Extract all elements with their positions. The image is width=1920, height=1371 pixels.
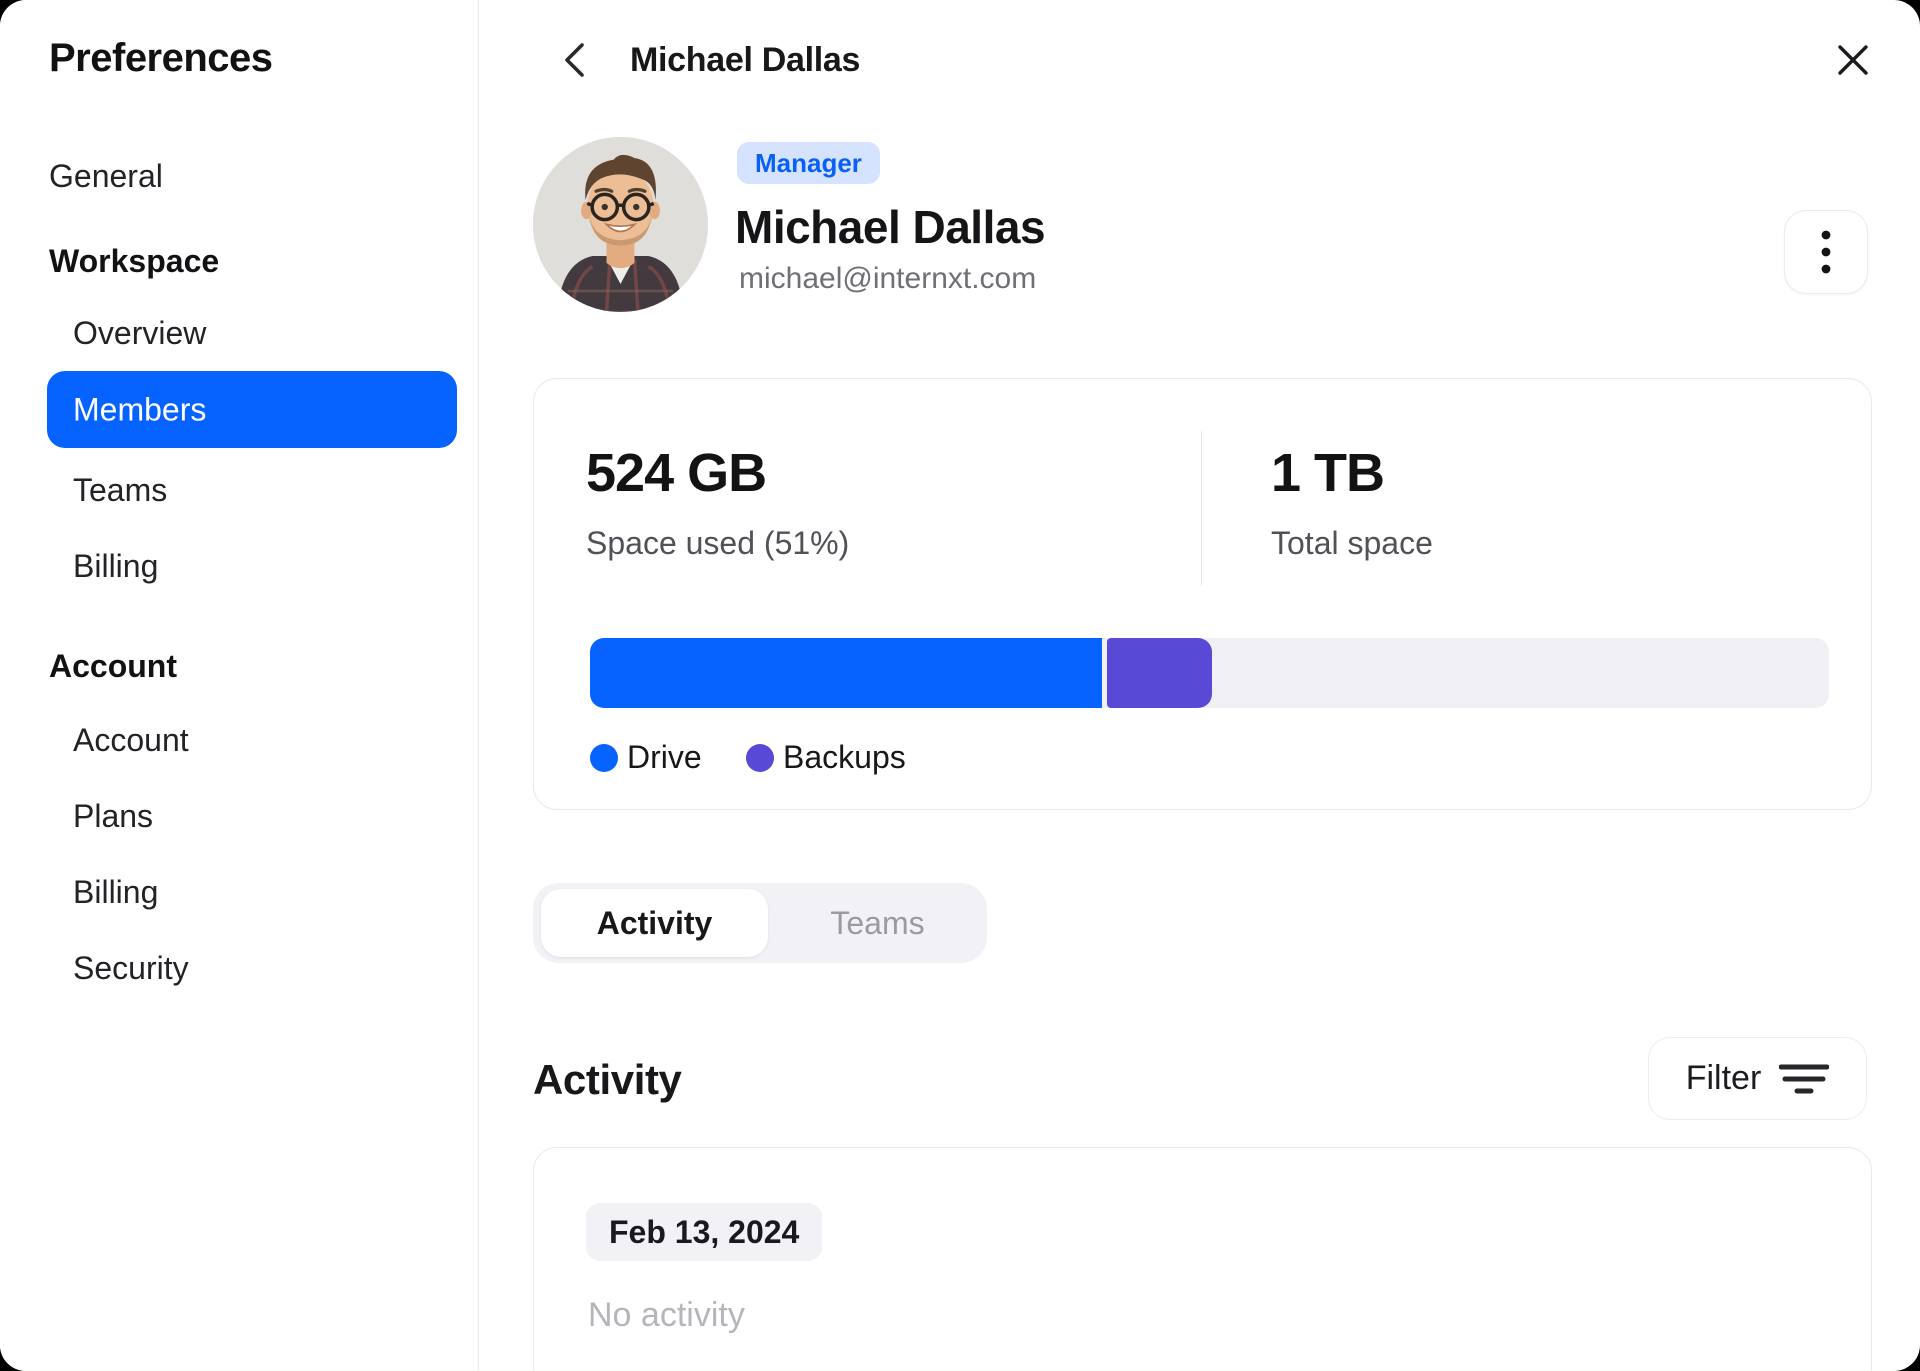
sidebar: Preferences General Workspace Overview M… bbox=[0, 0, 479, 1371]
legend-item-backups: Backups bbox=[746, 739, 906, 776]
avatar bbox=[533, 137, 708, 312]
sidebar-item-account[interactable]: Account bbox=[73, 722, 189, 759]
sidebar-section-workspace: Workspace bbox=[49, 243, 220, 279]
total-space-value: 1 TB bbox=[1271, 443, 1385, 503]
usage-bar-segment-backups bbox=[1106, 638, 1212, 708]
drive-legend-dot bbox=[590, 743, 618, 772]
filter-icon bbox=[1779, 1064, 1830, 1093]
sidebar-title: Preferences bbox=[49, 36, 273, 80]
sidebar-item-billing-workspace[interactable]: Billing bbox=[73, 548, 158, 585]
sidebar-item-members-label: Members bbox=[73, 391, 207, 427]
usage-bar bbox=[590, 638, 1829, 708]
chevron-left-icon bbox=[565, 43, 584, 77]
backups-legend-label: Backups bbox=[783, 739, 906, 775]
stats-divider bbox=[1201, 431, 1202, 586]
activity-heading: Activity bbox=[533, 1056, 682, 1103]
activity-card: Feb 13, 2024 No activity bbox=[533, 1147, 1872, 1371]
page-title: Michael Dallas bbox=[630, 41, 861, 79]
back-button[interactable] bbox=[552, 38, 596, 82]
sidebar-item-members[interactable]: Members bbox=[47, 371, 457, 448]
activity-date-chip: Feb 13, 2024 bbox=[586, 1203, 823, 1261]
sidebar-section-account: Account bbox=[49, 648, 177, 684]
tab-teams[interactable]: Teams bbox=[768, 883, 987, 963]
filter-button[interactable]: Filter bbox=[1648, 1037, 1867, 1120]
member-name: Michael Dallas bbox=[735, 201, 1046, 253]
role-badge: Manager bbox=[737, 142, 880, 184]
tab-activity[interactable]: Activity bbox=[541, 889, 768, 957]
sidebar-item-plans[interactable]: Plans bbox=[73, 798, 153, 835]
preferences-window: Preferences General Workspace Overview M… bbox=[0, 0, 1920, 1371]
usage-bar-segment-drive bbox=[590, 638, 1102, 708]
kebab-menu-icon bbox=[1821, 230, 1831, 274]
member-options-button[interactable] bbox=[1784, 210, 1868, 294]
detail-tabs: Activity Teams bbox=[533, 883, 987, 963]
activity-empty-text: No activity bbox=[588, 1296, 745, 1334]
space-used-label: Space used (51%) bbox=[586, 525, 850, 561]
space-used-value: 524 GB bbox=[586, 443, 767, 503]
drive-legend-label: Drive bbox=[627, 739, 702, 775]
sidebar-item-teams[interactable]: Teams bbox=[73, 472, 167, 509]
sidebar-item-billing-account[interactable]: Billing bbox=[73, 874, 158, 911]
sidebar-item-security[interactable]: Security bbox=[73, 950, 189, 987]
total-space-label: Total space bbox=[1271, 525, 1433, 561]
member-email: michael@internxt.com bbox=[739, 262, 1037, 295]
close-button[interactable] bbox=[1831, 38, 1875, 82]
legend-item-drive: Drive bbox=[590, 739, 702, 776]
avatar-photo bbox=[533, 137, 708, 312]
sidebar-item-general[interactable]: General bbox=[49, 158, 163, 195]
storage-card: 524 GB Space used (51%) 1 TB Total space… bbox=[533, 378, 1872, 810]
backups-legend-dot bbox=[746, 743, 774, 772]
sidebar-item-overview[interactable]: Overview bbox=[73, 315, 206, 352]
close-icon bbox=[1838, 45, 1868, 75]
filter-button-label: Filter bbox=[1685, 1059, 1762, 1097]
